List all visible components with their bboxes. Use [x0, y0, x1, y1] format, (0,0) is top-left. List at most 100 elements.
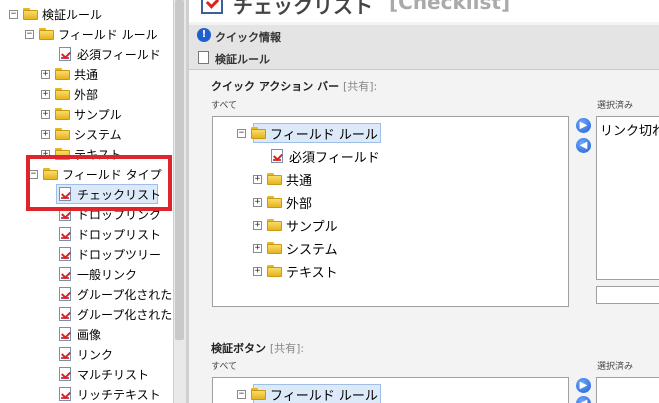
editor-pane: チェックリスト [Checklist] ! クイック情報 検証ルール クイック …	[189, 0, 659, 403]
folder-icon	[55, 68, 70, 80]
tree-node-droplist[interactable]: ドロップリスト	[59, 224, 161, 244]
tree-node-external[interactable]: + 外部	[41, 84, 98, 104]
expand-toggle[interactable]: +	[253, 243, 262, 253]
tree-node-sample[interactable]: + サンプル	[253, 214, 338, 236]
tree-node-label: 共通	[286, 173, 313, 189]
tree-node-label: 外部	[286, 196, 313, 212]
tree-node-label: 画像	[77, 327, 102, 342]
tree-node-label: リンク	[77, 347, 114, 362]
arrow-left-icon[interactable]: ◀	[576, 138, 591, 153]
expand-toggle[interactable]: +	[253, 174, 262, 184]
tree-node-required-field[interactable]: 必須フィールド	[59, 44, 161, 64]
tree-node-grouped-1[interactable]: グループ化された ド	[59, 284, 173, 304]
item-header: チェックリスト [Checklist]	[189, 0, 659, 22]
validation-rule-icon	[271, 149, 283, 163]
tree-node-sample[interactable]: + サンプル	[41, 104, 122, 124]
expand-toggle[interactable]: +	[41, 89, 50, 99]
tree-node-general-link[interactable]: 一般リンク	[59, 264, 137, 284]
selected-list-item[interactable]: リンク切れ	[600, 120, 659, 139]
tree-node-label: フィールド ルール	[270, 127, 378, 143]
section-validation-rules[interactable]: 検証ルール	[189, 47, 659, 70]
arrow-right-icon[interactable]: ▶	[576, 378, 591, 393]
checklist-icon	[201, 0, 223, 14]
tree-node-system[interactable]: + システム	[41, 124, 122, 144]
section-quick-info[interactable]: ! クイック情報	[189, 25, 659, 48]
tree-node-validation-rules[interactable]: − 検証ルール	[9, 4, 102, 24]
folder-icon	[251, 127, 266, 139]
field-label-quick-action-bar: クイック アクション バー [共有]:	[211, 80, 378, 93]
tree-node-common[interactable]: + 共通	[41, 64, 98, 84]
tree-node-text[interactable]: + テキスト	[253, 260, 338, 282]
tree-node-field-rules[interactable]: − フィールド ルール	[237, 383, 378, 403]
tree-node-system[interactable]: + システム	[253, 237, 338, 259]
expand-toggle[interactable]: +	[41, 109, 50, 119]
tree-node-label: グループ化された ド	[77, 307, 173, 322]
tree-node-label: テキスト	[286, 265, 338, 281]
expand-toggle[interactable]: +	[41, 69, 50, 79]
collapse-toggle[interactable]: −	[25, 29, 34, 39]
tree-node-external[interactable]: + 外部	[253, 191, 312, 213]
validation-button-selected-list[interactable]	[596, 377, 659, 403]
expand-toggle[interactable]: +	[41, 129, 50, 139]
folder-icon	[251, 388, 266, 400]
validation-button-source-tree[interactable]: − フィールド ルール	[212, 377, 569, 403]
arrow-left-icon[interactable]: ◀	[576, 396, 591, 403]
annotation-highlight-box	[26, 155, 172, 211]
tree-node-label: 一般リンク	[77, 267, 138, 282]
item-title: チェックリスト	[233, 0, 373, 18]
collapse-toggle[interactable]: −	[9, 9, 18, 19]
document-icon	[198, 51, 209, 64]
selected-items-label: 選択済み	[597, 362, 634, 372]
tree-node-common[interactable]: + 共通	[253, 168, 312, 190]
folder-icon	[267, 265, 282, 277]
folder-icon	[39, 28, 54, 40]
item-template-name: [Checklist]	[389, 0, 511, 14]
collapse-toggle[interactable]: −	[237, 128, 246, 138]
validation-rule-icon	[59, 247, 71, 261]
folder-icon	[55, 108, 70, 120]
validation-rule-icon	[59, 387, 71, 401]
section-label: 検証ルール	[215, 53, 270, 66]
tree-node-droptree[interactable]: ドロップツリー	[59, 244, 161, 264]
expand-toggle[interactable]: +	[253, 220, 262, 230]
validation-rule-icon	[59, 347, 71, 361]
tree-node-label: 共通	[74, 67, 99, 82]
tree-node-link[interactable]: リンク	[59, 344, 113, 364]
quick-action-selected-list[interactable]: リンク切れ	[596, 116, 659, 280]
selected-items-label: 選択済み	[597, 101, 634, 111]
tree-node-field-rules[interactable]: − フィールド ルール	[237, 122, 378, 144]
validation-rule-icon	[59, 327, 71, 341]
arrow-right-icon[interactable]: ▶	[576, 118, 591, 133]
tree-node-rich-text[interactable]: リッチテキスト	[59, 384, 161, 403]
tree-node-label: 必須フィールド	[77, 47, 161, 62]
tree-node-label: システム	[74, 127, 122, 142]
validation-rule-icon	[59, 227, 71, 241]
field-label-validation-button: 検証ボタン [共有]:	[211, 342, 305, 355]
tree-node-label: 必須フィールド	[289, 150, 380, 166]
expand-toggle[interactable]: +	[253, 266, 262, 276]
folder-icon	[55, 128, 70, 140]
tree-node-label: システム	[286, 242, 338, 258]
info-icon: !	[197, 28, 211, 42]
tree-node-required-field[interactable]: 必須フィールド	[271, 145, 380, 167]
tree-node-multilist[interactable]: マルチリスト	[59, 364, 149, 384]
tree-node-image[interactable]: 画像	[59, 324, 101, 344]
quick-action-source-tree[interactable]: − フィールド ルール 必須フィールド + 共通 + 外部 + サンプル + シ…	[212, 116, 569, 307]
collapse-toggle[interactable]: −	[237, 389, 246, 399]
tree-node-label: 検証ルール	[42, 7, 103, 22]
all-items-label: すべて	[211, 362, 238, 372]
tree-node-label: フィールド ルール	[270, 388, 378, 403]
tree-node-label: ドロップツリー	[77, 247, 162, 262]
tree-node-label: リッチテキスト	[77, 387, 161, 402]
expand-toggle[interactable]: +	[253, 197, 262, 207]
tree-node-label: サンプル	[74, 107, 122, 122]
selected-item-filter-input[interactable]	[596, 286, 659, 304]
folder-icon	[267, 219, 282, 231]
tree-node-field-rules[interactable]: − フィールド ルール	[25, 24, 158, 44]
validation-rule-icon	[59, 307, 71, 321]
tree-scrollbar-thumb[interactable]	[175, 0, 184, 340]
folder-icon	[23, 8, 38, 20]
all-items-label: すべて	[211, 101, 238, 111]
tree-node-grouped-2[interactable]: グループ化された ド	[59, 304, 173, 324]
tree-node-label: ドロップリスト	[77, 227, 162, 242]
